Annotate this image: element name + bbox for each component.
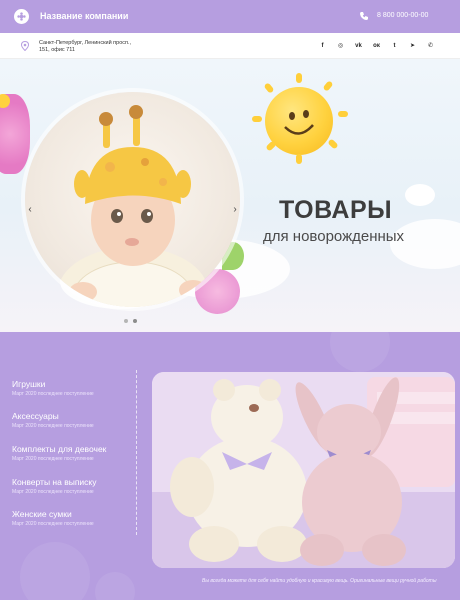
- address: Санкт-Петербург, Ленинский просп., 151, …: [39, 40, 149, 54]
- location-pin-icon: [20, 41, 30, 51]
- catalog-item[interactable]: Комплекты для девочек Март 2020 последне…: [12, 444, 106, 462]
- catalog-item-subtitle: Март 2020 последнее поступление: [12, 456, 94, 462]
- twitter-icon[interactable]: t: [390, 42, 399, 51]
- vk-icon[interactable]: vk: [354, 42, 363, 51]
- bubble-decoration: [95, 572, 135, 600]
- catalog-item-subtitle: Март 2020 последнее поступление: [12, 423, 94, 429]
- instagram-icon[interactable]: ◎: [336, 42, 345, 51]
- catalog-item[interactable]: Женские сумки Март 2020 последнее поступ…: [12, 509, 94, 527]
- whatsapp-icon[interactable]: ✆: [426, 42, 435, 51]
- catalog-item-title[interactable]: Комплекты для девочек: [12, 444, 106, 454]
- cloud-decoration: [405, 184, 435, 206]
- sun-ray: [296, 154, 302, 164]
- dashed-divider: [136, 370, 137, 535]
- footer-tagline: Вы всегда можете для себя найти удобную …: [202, 578, 437, 584]
- sun-ray: [296, 73, 302, 83]
- hero-subtitle: для новорожденных: [263, 228, 405, 245]
- slider-next-arrow[interactable]: ›: [230, 205, 240, 215]
- sun-ray: [338, 111, 348, 117]
- catalog-item-subtitle: Март 2020 последнее поступление: [12, 391, 94, 397]
- bubble-decoration: [330, 332, 390, 372]
- company-name[interactable]: Название компании: [40, 11, 128, 21]
- info-bar: Санкт-Петербург, Ленинский просп., 151, …: [0, 33, 460, 59]
- catalog-item-subtitle: Март 2020 последнее поступление: [12, 489, 94, 495]
- sun-ray: [252, 116, 262, 122]
- catalog-item[interactable]: Аксессуары Март 2020 последнее поступлен…: [12, 411, 94, 429]
- address-line-2: 151, офис 711: [39, 47, 75, 53]
- address-line-1: Санкт-Петербург, Ленинский просп.,: [39, 40, 132, 46]
- top-header: Название компании 8 800 000-00-00: [0, 0, 460, 33]
- telegram-icon[interactable]: ➤: [408, 42, 417, 51]
- slider-dot[interactable]: [124, 319, 128, 323]
- catalog-item-subtitle: Март 2020 последнее поступление: [12, 521, 94, 527]
- facebook-icon[interactable]: f: [318, 42, 327, 51]
- catalog-item-title[interactable]: Конверты на выписку: [12, 477, 97, 487]
- phone-number[interactable]: 8 800 000-00-00: [377, 12, 428, 19]
- catalog-item[interactable]: Конверты на выписку Март 2020 последнее …: [12, 477, 97, 495]
- catalog-item-title[interactable]: Аксессуары: [12, 411, 94, 421]
- slider-prev-arrow[interactable]: ‹: [25, 205, 35, 215]
- catalog-item[interactable]: Игрушки Март 2020 последнее поступление: [12, 379, 94, 397]
- social-links: f ◎ vk ок t ➤ ✆: [318, 42, 435, 51]
- bubble-decoration: [20, 542, 90, 600]
- hero-title: ТОВАРЫ: [279, 196, 393, 224]
- company-logo-icon[interactable]: [14, 9, 29, 24]
- slide-photo-baby: [25, 92, 240, 307]
- odnoklassniki-icon[interactable]: ок: [372, 42, 381, 51]
- phone-icon: [359, 12, 368, 21]
- catalog-item-title[interactable]: Женские сумки: [12, 509, 94, 519]
- toys-photo: [152, 372, 455, 568]
- hero-slider: ‹ › ТОВАРЫ для новорожденных: [0, 59, 460, 332]
- slider-dot[interactable]: [133, 319, 137, 323]
- catalog-item-title[interactable]: Игрушки: [12, 379, 94, 389]
- catalog-section: Игрушки Март 2020 последнее поступление …: [0, 332, 460, 600]
